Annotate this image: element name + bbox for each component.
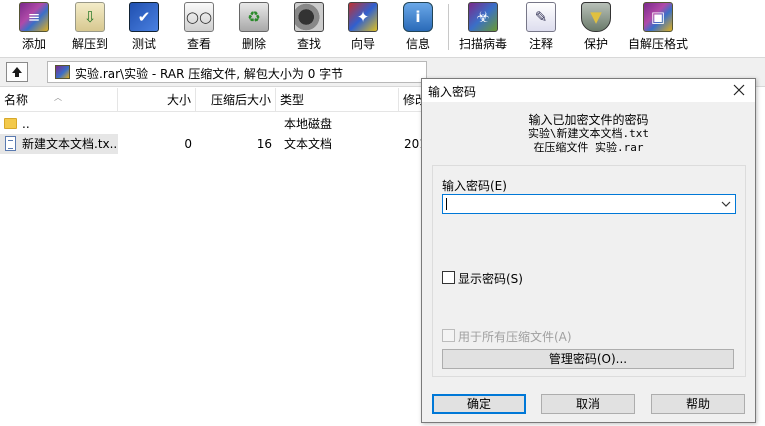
protect-button[interactable]: ▼ 保护 xyxy=(574,0,618,54)
cancel-button[interactable]: 取消 xyxy=(541,394,635,414)
row-packed: 16 xyxy=(256,137,272,151)
up-arrow-icon xyxy=(12,67,22,77)
row-type: 本地磁盘 xyxy=(284,117,333,131)
row-size xyxy=(118,114,192,134)
file-list: 名称 ︿ 大小 压缩后大小 类型 修改 .. 本地磁盘 新建文本文档.tx...… xyxy=(0,88,427,426)
column-header-packed[interactable]: 压缩后大小 xyxy=(196,88,276,112)
up-folder-button[interactable] xyxy=(6,62,28,82)
delete-button[interactable]: ♻ 删除 xyxy=(232,0,276,54)
test-button[interactable]: ✔ 测试 xyxy=(122,0,166,54)
text-file-icon xyxy=(5,136,16,151)
extract-to-button[interactable]: ⇩ 解压到 xyxy=(68,0,112,54)
close-icon xyxy=(733,84,745,96)
comment-button[interactable]: ✎ 注释 xyxy=(519,0,563,54)
path-field[interactable]: 实验.rar\实验 - RAR 压缩文件, 解包大小为 0 字节 xyxy=(47,61,427,83)
delete-icon: ♻ xyxy=(239,2,269,32)
view-icon: ○○ xyxy=(184,2,214,32)
ok-button[interactable]: 确定 xyxy=(432,394,526,414)
column-header-packed-label: 压缩后大小 xyxy=(210,93,271,107)
show-password-label[interactable]: 显示密码(S) xyxy=(458,270,523,287)
list-item-text-file[interactable]: 新建文本文档.tx... 0 16 文本文档 201 xyxy=(0,134,425,154)
protect-button-label: 保护 xyxy=(583,37,608,51)
info-button-label: 信息 xyxy=(405,37,430,51)
row-size: 0 xyxy=(184,137,192,151)
scan-virus-icon: ☣ xyxy=(468,2,498,32)
row-name: .. xyxy=(22,117,30,131)
dialog-title: 输入密码 xyxy=(428,85,477,99)
scan-virus-button-label: 扫描病毒 xyxy=(458,37,507,51)
column-header-size-label: 大小 xyxy=(166,93,191,107)
add-button-label: 添加 xyxy=(21,37,46,51)
column-header-name[interactable]: 名称 ︿ xyxy=(0,88,118,112)
folder-icon xyxy=(4,118,17,129)
list-item-parent[interactable]: .. 本地磁盘 xyxy=(0,114,425,134)
sfx-button-label: 自解压格式 xyxy=(627,37,688,51)
dialog-message: 输入已加密文件的密码 实验\新建文本文档.txt 在压缩文件 实验.rar xyxy=(422,113,755,155)
use-for-all-checkbox[interactable] xyxy=(442,329,455,342)
message-line-3: 在压缩文件 实验.rar xyxy=(533,141,644,154)
password-label: 输入密码(E) xyxy=(442,179,507,193)
column-header-type[interactable]: 类型 xyxy=(276,88,399,112)
sfx-button[interactable]: ▣ 自解压格式 xyxy=(628,0,688,54)
scan-virus-button[interactable]: ☣ 扫描病毒 xyxy=(459,0,507,54)
text-caret xyxy=(446,198,447,210)
chevron-down-icon[interactable] xyxy=(719,196,733,212)
find-button[interactable]: 查找 xyxy=(287,0,331,54)
add-archive-icon: ≡ xyxy=(19,2,49,32)
row-type: 文本文档 xyxy=(284,137,333,151)
show-password-checkbox[interactable] xyxy=(442,271,455,284)
protect-icon: ▼ xyxy=(581,2,611,32)
help-button[interactable]: 帮助 xyxy=(651,394,745,414)
manage-passwords-button[interactable]: 管理密码(O)... xyxy=(442,349,734,369)
column-header-type-label: 类型 xyxy=(280,93,305,107)
message-line-2: 实验\新建文本文档.txt xyxy=(527,127,650,140)
password-dialog: 输入密码 输入已加密文件的密码 实验\新建文本文档.txt 在压缩文件 实验.r… xyxy=(421,78,756,423)
comment-icon: ✎ xyxy=(526,2,556,32)
row-packed xyxy=(196,114,272,134)
info-icon: i xyxy=(403,2,433,32)
add-button[interactable]: ≡ 添加 xyxy=(12,0,56,54)
wizard-button[interactable]: ✦ 向导 xyxy=(341,0,385,54)
test-icon: ✔ xyxy=(129,2,159,32)
find-icon xyxy=(294,2,324,32)
info-button[interactable]: i 信息 xyxy=(396,0,440,54)
view-button[interactable]: ○○ 查看 xyxy=(177,0,221,54)
message-line-1: 输入已加密文件的密码 xyxy=(528,113,649,127)
row-name: 新建文本文档.tx... xyxy=(22,137,118,151)
close-button[interactable] xyxy=(727,80,751,100)
sort-ascending-icon: ︿ xyxy=(54,93,62,102)
file-list-header: 名称 ︿ 大小 压缩后大小 类型 修改 xyxy=(0,88,427,112)
wizard-icon: ✦ xyxy=(348,2,378,32)
extract-to-icon: ⇩ xyxy=(75,2,105,32)
password-input[interactable] xyxy=(442,194,736,214)
dialog-titlebar[interactable]: 输入密码 xyxy=(422,79,755,102)
path-text: 实验.rar\实验 - RAR 压缩文件, 解包大小为 0 字节 xyxy=(75,67,344,81)
use-for-all-label[interactable]: 用于所有压缩文件(A) xyxy=(458,328,572,345)
toolbar-separator xyxy=(448,4,449,50)
toolbar: ≡ 添加 ⇩ 解压到 ✔ 测试 ○○ 查看 ♻ 删除 查找 ✦ 向导 i 信息 … xyxy=(0,0,765,56)
rar-archive-icon xyxy=(55,65,70,79)
sfx-icon: ▣ xyxy=(643,2,673,32)
column-header-size[interactable]: 大小 xyxy=(118,88,196,112)
column-header-name-label: 名称 xyxy=(4,93,29,107)
